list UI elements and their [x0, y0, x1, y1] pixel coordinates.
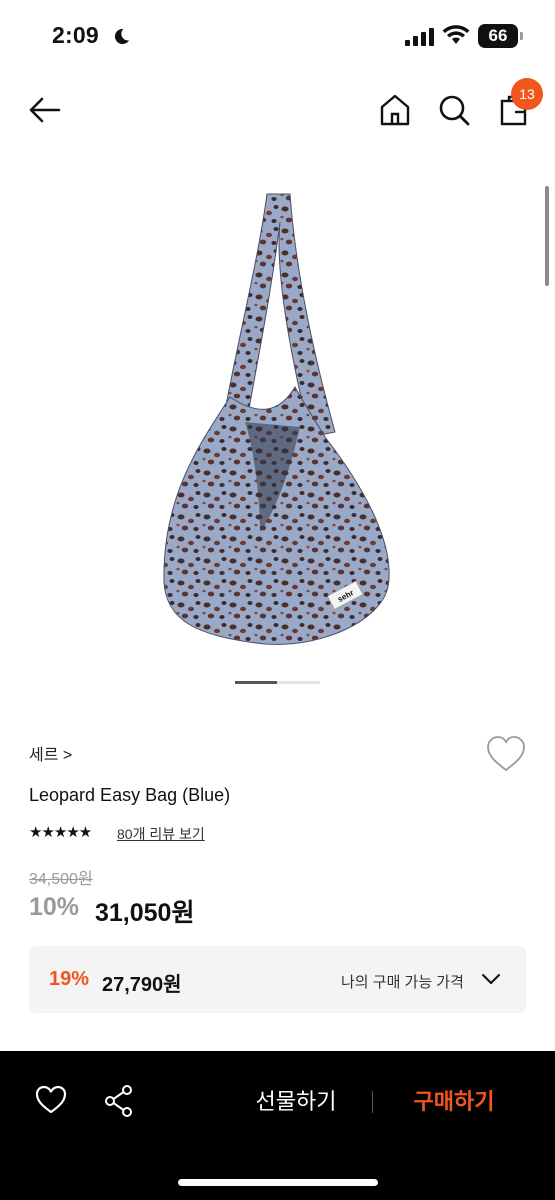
search-icon[interactable] — [437, 93, 471, 127]
product-title: Leopard Easy Bag (Blue) — [29, 785, 231, 805]
review-link[interactable]: 80개 리뷰 보기 — [117, 824, 205, 844]
heart-icon[interactable] — [35, 1085, 67, 1115]
member-price-label: 나의 구매 가능 가격 — [341, 974, 464, 991]
chevron-down-icon — [482, 974, 500, 984]
sale-price: 31,050원 — [95, 899, 195, 927]
gift-button[interactable]: 선물하기 — [240, 1087, 352, 1117]
brand-link[interactable]: 세르 > — [29, 741, 72, 765]
share-icon[interactable] — [103, 1084, 135, 1118]
signal-icon — [405, 28, 434, 46]
member-discount-rate: 19% — [49, 968, 90, 990]
divider — [372, 1091, 373, 1113]
member-price: 27,790원 — [102, 974, 182, 996]
status-time: 2:09 — [52, 22, 99, 48]
battery-indicator: 66 — [478, 24, 518, 48]
original-price: 34,500원 — [29, 871, 93, 888]
cart-count-badge: 13 — [511, 78, 543, 110]
battery-tip — [520, 32, 523, 40]
discount-rate: 10% — [29, 893, 80, 921]
moon-icon — [114, 28, 130, 45]
home-icon[interactable] — [378, 93, 412, 127]
image-pager-active — [235, 681, 277, 684]
status-bar: 2:09 66 — [0, 0, 555, 74]
top-nav — [0, 80, 555, 140]
wifi-icon — [442, 25, 470, 44]
image-pager — [235, 681, 320, 684]
my-price-dropdown[interactable]: 19% 27,790원 나의 구매 가능 가격 — [29, 946, 526, 1013]
rating-stars: ★★★★★ — [29, 824, 92, 841]
bottom-action-bar: 선물하기 구매하기 — [0, 1051, 555, 1200]
scrollbar[interactable] — [545, 186, 549, 286]
home-indicator — [178, 1179, 378, 1186]
wishlist-heart-icon[interactable] — [486, 735, 526, 773]
buy-button[interactable]: 구매하기 — [398, 1087, 510, 1117]
back-arrow-icon[interactable] — [28, 93, 62, 127]
product-image[interactable]: sehr — [150, 182, 405, 662]
